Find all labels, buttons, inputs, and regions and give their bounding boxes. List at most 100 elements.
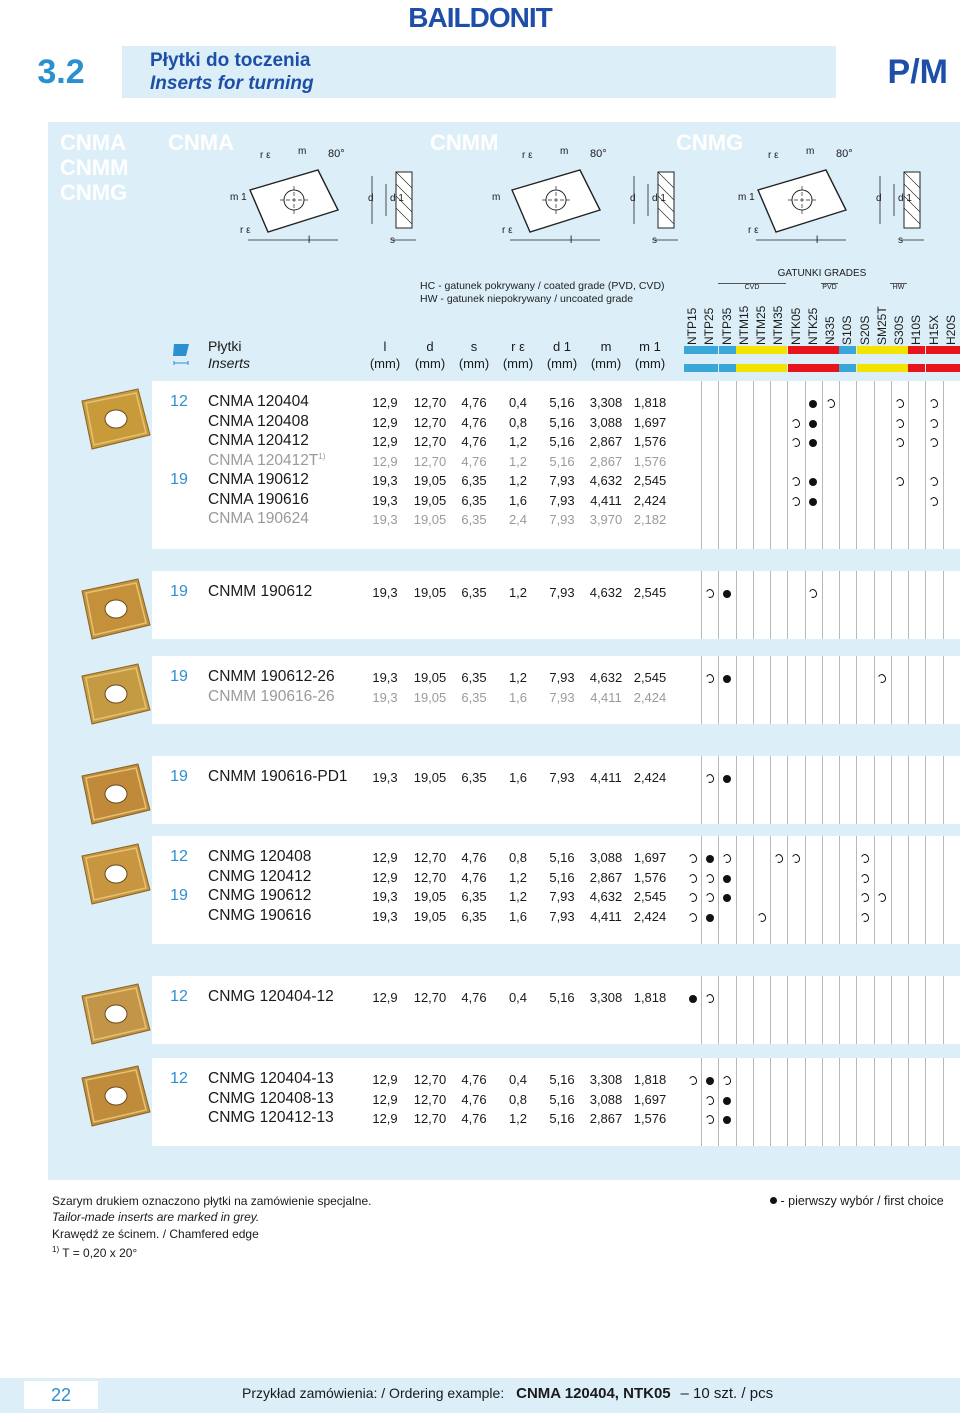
first-choice-icon [809, 478, 818, 486]
insert-photo [81, 663, 151, 725]
grid-line [804, 571, 806, 639]
cell-value: 4,76 [461, 990, 487, 1005]
alternative-icon [876, 672, 888, 685]
grade-color-bar [925, 346, 943, 354]
grid-line [925, 1058, 927, 1146]
first-choice-icon [809, 419, 818, 428]
alternative-icon [704, 872, 716, 884]
cell-value: 12,9 [372, 414, 398, 430]
grid-line [735, 656, 737, 724]
grid-line [873, 756, 875, 824]
grade-color-bar [873, 364, 891, 372]
diagram-label: m 1 [230, 192, 247, 203]
grade-color-bar [856, 364, 874, 372]
grid-line [701, 571, 702, 639]
grade-label: N335 [823, 316, 837, 345]
alternative-icon [704, 772, 716, 785]
cell-value: 3,088 [589, 414, 623, 430]
insert-code: CNMA 190624 [208, 510, 309, 528]
insert-code-text: CNMM 190612-26 [208, 668, 335, 685]
grid-line [718, 976, 720, 1044]
alternative-icon [687, 852, 698, 865]
alternative-icon [894, 417, 905, 429]
type-cnmm: CNMM [60, 155, 129, 180]
grade-color-bar [908, 364, 926, 372]
insert-photo [81, 388, 151, 450]
grade-mark [926, 397, 943, 411]
cell-value: 0,8 [508, 414, 528, 430]
grade-color-bar [701, 346, 719, 354]
grade-group: CVD [718, 283, 786, 291]
grid-line [856, 976, 858, 1044]
grade-col-ntm25: NTM25 [753, 292, 770, 345]
grade-mark [926, 417, 943, 431]
brand-logo: BAILDONIT [408, 2, 552, 33]
grade-col-s10s: S10S [839, 292, 856, 345]
cell-value: 12,70 [413, 1072, 447, 1087]
grid-line [735, 1058, 737, 1146]
cell-value: 3,970 [589, 512, 623, 527]
cell-value: 1,576 [633, 434, 667, 449]
cell-value: 19,05 [413, 689, 447, 705]
grid-line [839, 836, 840, 944]
grade-mark [701, 772, 718, 786]
cell-value: 12,9 [372, 395, 398, 410]
cell-value: 19,05 [413, 770, 447, 785]
first-choice-icon [705, 855, 714, 863]
insert-code-text: CNMG 120408 [208, 848, 312, 865]
cell-value: 4,632 [589, 473, 623, 488]
cell-value: 5,16 [549, 990, 575, 1005]
grid-line [718, 381, 720, 549]
diagram-drawing-cnmg [756, 169, 924, 241]
grade-mark [805, 397, 822, 411]
grade-mark [719, 672, 736, 686]
insert-code: CNMG 120404-13 [208, 1070, 334, 1088]
grade-mark [805, 495, 822, 509]
cell-value: 0,8 [508, 850, 528, 865]
cell-value: 4,76 [461, 434, 487, 449]
grid-line [821, 976, 823, 1044]
grade-color-bar [942, 364, 960, 372]
grid-line [856, 571, 858, 639]
cell-value: 1,818 [633, 1072, 667, 1087]
grade-color-bar [718, 346, 736, 354]
cell-value: 4,411 [590, 689, 622, 705]
grade-mark [805, 436, 822, 450]
alternative-icon [790, 475, 802, 488]
cell-value: 12,70 [413, 395, 447, 410]
cell-value: 2,545 [633, 585, 667, 600]
grid-line [908, 571, 909, 639]
diagram-label: d 1 [898, 193, 912, 204]
diagram-label: d [876, 193, 882, 204]
grade-col-h10s: H10S [908, 292, 925, 345]
cell-value: 19,3 [372, 689, 398, 705]
grade-col-ntp15: NTP15 [684, 292, 701, 345]
diagram-label: d 1 [652, 193, 666, 204]
column-header-unit: (mm) [546, 356, 578, 371]
alternative-icon [704, 587, 716, 600]
insert-code: CNMG 120412-13 [208, 1109, 334, 1127]
grid-line [873, 836, 875, 944]
diagram-angle: 80° [836, 148, 853, 160]
grid-line [908, 976, 909, 1044]
cell-value: 1,2 [508, 585, 528, 600]
cell-value: 5,16 [549, 850, 575, 865]
grade-notes: HC - gatunek pokrywany / coated grade (P… [420, 280, 665, 306]
grid-line [873, 976, 875, 1044]
grade-mark [701, 1074, 718, 1088]
grid-line [752, 656, 754, 724]
grid-line [735, 836, 737, 944]
cell-value: 19,05 [413, 585, 447, 600]
grade-mark [926, 495, 943, 509]
insert-code: CNMA 120412 [208, 432, 309, 450]
footnote-marker: 1) [318, 451, 326, 461]
cell-value: 1,6 [508, 689, 528, 705]
cell-value: 6,35 [461, 512, 487, 527]
cell-value: 7,93 [549, 689, 575, 705]
grid-line [942, 571, 944, 639]
cell-value: 12,9 [372, 869, 398, 885]
grade-label: H20S [943, 314, 958, 345]
alternative-icon [894, 475, 905, 488]
cell-value: 6,35 [461, 689, 487, 705]
cell-value: 2,182 [633, 512, 667, 527]
